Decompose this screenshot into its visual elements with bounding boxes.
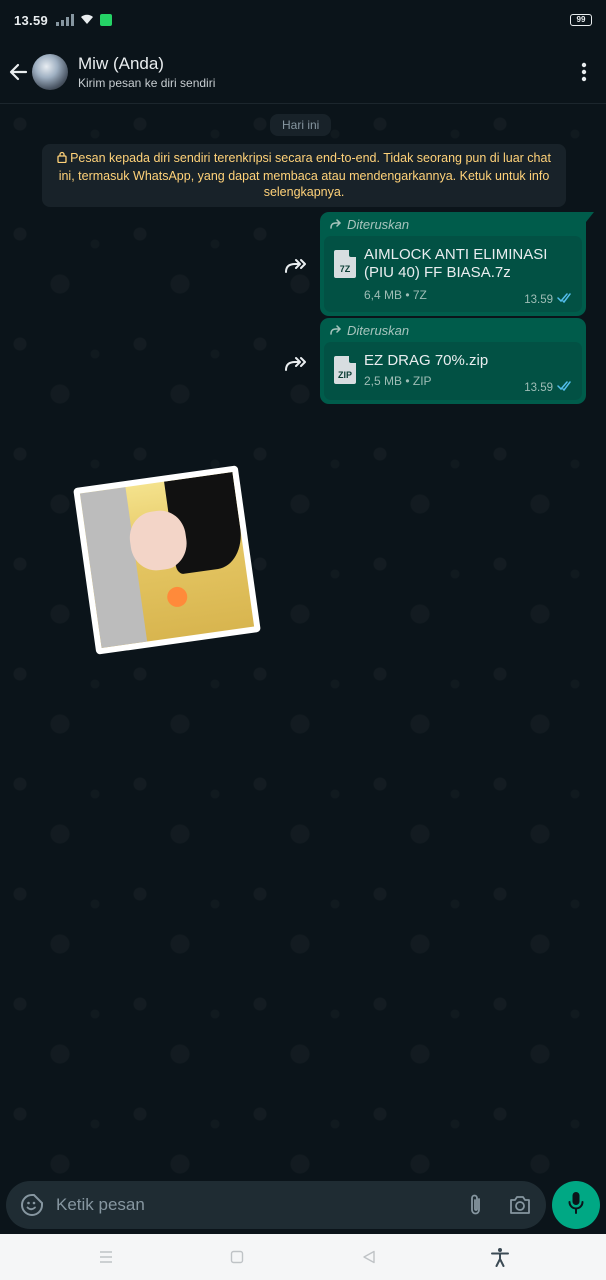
read-ticks-icon [557, 293, 574, 306]
back-triangle-icon[interactable] [355, 1243, 383, 1271]
attach-icon[interactable] [462, 1191, 490, 1219]
outgoing-message[interactable]: Diteruskan ZIP EZ DRAG 70%.zip 2,5 MB • … [320, 318, 586, 404]
message-composer [0, 1176, 606, 1234]
chat-area[interactable]: Hari ini Pesan kepada diri sendiri teren… [0, 104, 606, 1176]
encryption-notice-text: Pesan kepada diri sendiri terenkripsi se… [58, 151, 551, 199]
notification-icon [100, 14, 113, 26]
file-type-badge: ZIP [337, 370, 352, 380]
sticker-image [79, 472, 255, 648]
message-input-container [6, 1181, 546, 1229]
file-attachment[interactable]: ZIP EZ DRAG 70%.zip 2,5 MB • ZIP 13.59 [324, 342, 582, 400]
photo-sticker[interactable] [73, 465, 261, 655]
camera-icon[interactable] [506, 1191, 534, 1219]
status-bar: 13.59 99 [0, 0, 606, 40]
microphone-icon [568, 1191, 584, 1220]
forwarded-text: Diteruskan [347, 323, 410, 338]
file-attachment[interactable]: 7Z AIMLOCK ANTI ELIMINASI (PIU 40) FF BI… [324, 236, 582, 312]
menu-icon[interactable] [92, 1243, 120, 1271]
forwarded-label: Diteruskan [324, 322, 582, 342]
signal-icon [56, 14, 75, 26]
system-navigation-bar [0, 1234, 606, 1280]
message-time: 13.59 [524, 293, 574, 306]
date-divider: Hari ini [270, 114, 332, 136]
contact-name: Miw (Anda) [78, 53, 164, 73]
contact-subtitle: Kirim pesan ke diri sendiri [78, 75, 216, 90]
file-name: EZ DRAG 70%.zip [364, 352, 489, 369]
forwarded-icon [330, 323, 343, 338]
emoji-overlay [166, 585, 189, 609]
lock-icon [57, 151, 67, 168]
forwarded-text: Diteruskan [347, 217, 410, 232]
contact-info[interactable]: Miw (Anda) Kirim pesan ke diri sendiri [78, 54, 215, 90]
archive-file-icon: 7Z [334, 250, 356, 278]
voice-record-button[interactable] [552, 1181, 600, 1229]
more-options-icon[interactable] [572, 60, 596, 84]
chat-header: Miw (Anda) Kirim pesan ke diri sendiri [0, 40, 606, 104]
archive-file-icon: ZIP [334, 356, 356, 384]
home-icon[interactable] [223, 1243, 251, 1271]
status-time: 13.59 [14, 12, 49, 28]
message-input[interactable] [56, 1195, 462, 1215]
forwarded-icon [330, 217, 343, 232]
forward-button[interactable] [281, 350, 309, 378]
message-time: 13.59 [524, 381, 574, 394]
forward-button[interactable] [281, 252, 309, 280]
message-timestamp: 13.59 [524, 381, 553, 394]
outgoing-message[interactable]: Diteruskan 7Z AIMLOCK ANTI ELIMINASI (PI… [320, 212, 594, 316]
file-type-badge: 7Z [339, 264, 351, 274]
file-name: AIMLOCK ANTI ELIMINASI (PIU 40) FF BIASA… [364, 246, 548, 281]
battery-icon: 99 [570, 14, 592, 26]
message-timestamp: 13.59 [524, 293, 553, 306]
emoji-sticker-icon[interactable] [18, 1191, 46, 1219]
accessibility-icon[interactable] [486, 1243, 514, 1271]
avatar[interactable] [32, 53, 68, 90]
back-arrow-icon[interactable] [6, 60, 30, 84]
wifi-icon [80, 13, 94, 28]
encryption-notice[interactable]: Pesan kepada diri sendiri terenkripsi se… [42, 144, 566, 207]
forwarded-label: Diteruskan [324, 216, 582, 236]
read-ticks-icon [557, 381, 574, 394]
battery-level: 99 [576, 15, 586, 24]
